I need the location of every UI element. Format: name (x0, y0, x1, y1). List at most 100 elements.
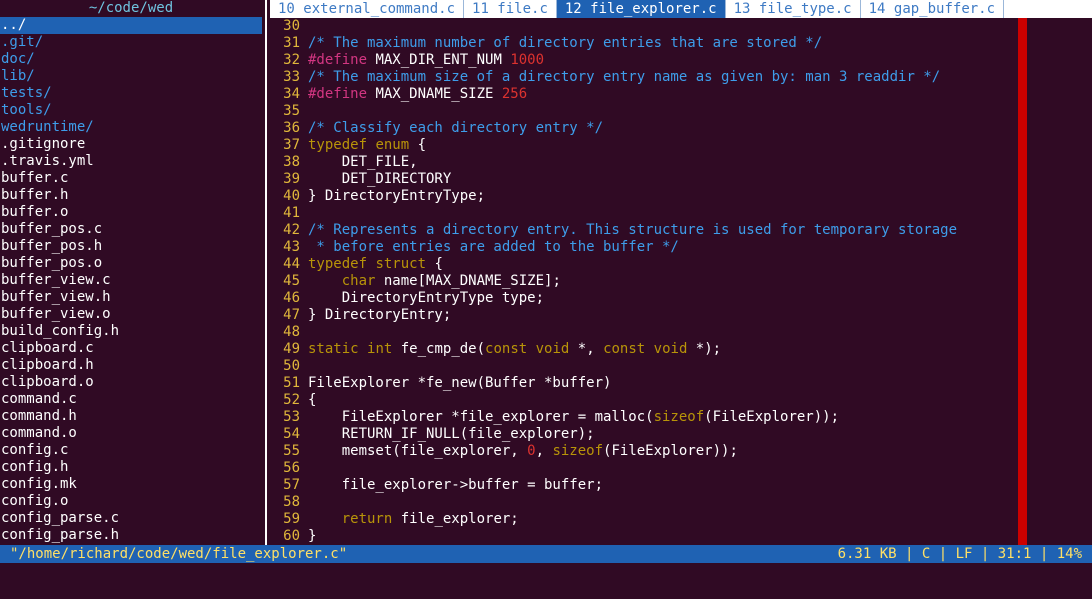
file-entry[interactable]: buffer_pos.c (0, 221, 262, 238)
code-token: 0 (527, 443, 536, 459)
file-entry[interactable]: config.h (0, 459, 262, 476)
file-entry[interactable]: clipboard.h (0, 357, 262, 374)
file-entry[interactable]: build_config.h (0, 323, 262, 340)
line-code: /* Represents a directory entry. This st… (308, 222, 957, 239)
sidebar-title: ~/code/wed (88, 0, 174, 16)
file-entry[interactable]: buffer.c (0, 170, 262, 187)
file-entry[interactable]: config.mk (0, 476, 262, 493)
gutter-gap (300, 205, 308, 222)
code-line[interactable]: 32 #define MAX_DIR_ENT_NUM 1000 (270, 52, 1092, 69)
code-line[interactable]: 39 DET_DIRECTORY (270, 171, 1092, 188)
line-number: 54 (283, 426, 300, 442)
directory-entry[interactable]: tools/ (0, 102, 262, 119)
file-entry[interactable]: buffer.o (0, 204, 262, 221)
code-token: memset(file_explorer, (308, 443, 528, 459)
file-entry[interactable]: config_parse.c (0, 510, 262, 527)
code-line[interactable]: 38 DET_FILE, (270, 154, 1092, 171)
code-line[interactable]: 30 (270, 18, 1092, 35)
directory-entry[interactable]: .git/ (0, 34, 262, 51)
code-token: /* The maximum number of directory entri… (308, 35, 823, 51)
tab-gap-buffer-c[interactable]: 14 gap_buffer.c (861, 0, 1005, 18)
gutter-gap (300, 137, 308, 154)
code-token: { (409, 137, 427, 153)
file-explorer-sidebar: ~/code/wed ../.git/doc/lib/tests/tools/w… (0, 0, 262, 545)
file-entry[interactable]: buffer_view.h (0, 289, 262, 306)
code-line[interactable]: 31 /* The maximum number of directory ent… (270, 35, 1092, 52)
line-number: 60 (283, 528, 300, 544)
file-entry[interactable]: command.h (0, 408, 262, 425)
code-line[interactable]: 36 /* Classify each directory entry */ (270, 120, 1092, 137)
line-number: 42 (283, 222, 300, 238)
code-line[interactable]: 44 typedef struct { (270, 256, 1092, 273)
directory-entry[interactable]: wedruntime/ (0, 119, 262, 136)
code-token: RETURN_IF_NULL(file_explorer); (308, 426, 595, 442)
code-line[interactable]: 42 /* Represents a directory entry. This … (270, 222, 1092, 239)
line-number: 38 (283, 154, 300, 170)
code-token: MAX_DNAME_SIZE (367, 86, 502, 102)
code-line[interactable]: 52 { (270, 392, 1092, 409)
file-entry[interactable]: clipboard.c (0, 340, 262, 357)
file-entry[interactable]: command.o (0, 425, 262, 442)
status-file-info: 6.31 KB | C | LF | 31:1 | 14% (837, 546, 1082, 562)
line-code: char name[MAX_DNAME_SIZE]; (308, 273, 561, 290)
file-entry[interactable]: buffer_pos.o (0, 255, 262, 272)
code-token: MAX_DIR_ENT_NUM (367, 52, 511, 68)
gutter-gap (300, 69, 308, 86)
code-line[interactable]: 45 char name[MAX_DNAME_SIZE]; (270, 273, 1092, 290)
line-code: typedef struct { (308, 256, 443, 273)
code-line[interactable]: 60} (270, 528, 1092, 545)
code-editor[interactable]: 30 31 /* The maximum number of directory e… (270, 18, 1092, 545)
code-line[interactable]: 34 #define MAX_DNAME_SIZE 256 (270, 86, 1092, 103)
code-token: *); (687, 341, 722, 357)
file-entry[interactable]: clipboard.o (0, 374, 262, 391)
gutter-gap (300, 154, 308, 171)
directory-entry[interactable]: tests/ (0, 85, 262, 102)
file-entry[interactable]: command.c (0, 391, 262, 408)
code-token: 256 (501, 86, 528, 102)
file-entry[interactable]: .travis.yml (0, 153, 262, 170)
code-line[interactable]: 59 return file_explorer; (270, 511, 1092, 528)
gutter-gap (300, 494, 308, 511)
status-bar: "/home/richard/code/wed/file_explorer.c"… (0, 545, 1092, 563)
code-line[interactable]: 50 (270, 358, 1092, 375)
code-line[interactable]: 37 typedef enum { (270, 137, 1092, 154)
code-line[interactable]: 57 file_explorer->buffer = buffer; (270, 477, 1092, 494)
code-line[interactable]: 48 (270, 324, 1092, 341)
code-line[interactable]: 49 static int fe_cmp_de(const void *, con… (270, 341, 1092, 358)
tab-file-type-c[interactable]: 13 file_type.c (726, 0, 861, 18)
file-entry[interactable]: .gitignore (0, 136, 262, 153)
code-line[interactable]: 53 FileExplorer *file_explorer = malloc(… (270, 409, 1092, 426)
pane-separator (265, 0, 267, 545)
code-line[interactable]: 41 (270, 205, 1092, 222)
file-entry[interactable]: buffer_view.c (0, 272, 262, 289)
directory-entry[interactable]: doc/ (0, 51, 262, 68)
code-line[interactable]: 33 /* The maximum size of a directory ent… (270, 69, 1092, 86)
tab-external-command-c[interactable]: 10 external_command.c (270, 0, 465, 18)
code-line[interactable]: 56 (270, 460, 1092, 477)
line-code: DET_FILE, (308, 154, 418, 171)
code-line[interactable]: 43 * before entries are added to the buf… (270, 239, 1092, 256)
code-line[interactable]: 35 (270, 103, 1092, 120)
directory-entry[interactable]: lib/ (0, 68, 262, 85)
file-entry[interactable]: buffer_view.o (0, 306, 262, 323)
code-token: const (485, 341, 528, 357)
code-line[interactable]: 40} DirectoryEntryType; (270, 188, 1092, 205)
code-line[interactable]: 54 RETURN_IF_NULL(file_explorer); (270, 426, 1092, 443)
file-entry[interactable]: buffer_pos.h (0, 238, 262, 255)
code-line[interactable]: 47} DirectoryEntry; (270, 307, 1092, 324)
directory-entry[interactable]: ../ (0, 17, 262, 34)
code-line[interactable]: 51 FileExplorer *fe_new(Buffer *buffer) (270, 375, 1092, 392)
code-line[interactable]: 46 DirectoryEntryType type; (270, 290, 1092, 307)
tab-file-c[interactable]: 11 file.c (464, 0, 557, 18)
file-entry[interactable]: config_parse.h (0, 527, 262, 544)
file-entry[interactable]: buffer.h (0, 187, 262, 204)
tab-file-explorer-c[interactable]: 12 file_explorer.c (556, 0, 726, 18)
code-line[interactable]: 58 (270, 494, 1092, 511)
line-code: return file_explorer; (308, 511, 519, 528)
file-entry[interactable]: config.o (0, 493, 262, 510)
code-line[interactable]: 55 memset(file_explorer, 0, sizeof(FileE… (270, 443, 1092, 460)
file-entry[interactable]: config.c (0, 442, 262, 459)
line-code: DET_DIRECTORY (308, 171, 452, 188)
